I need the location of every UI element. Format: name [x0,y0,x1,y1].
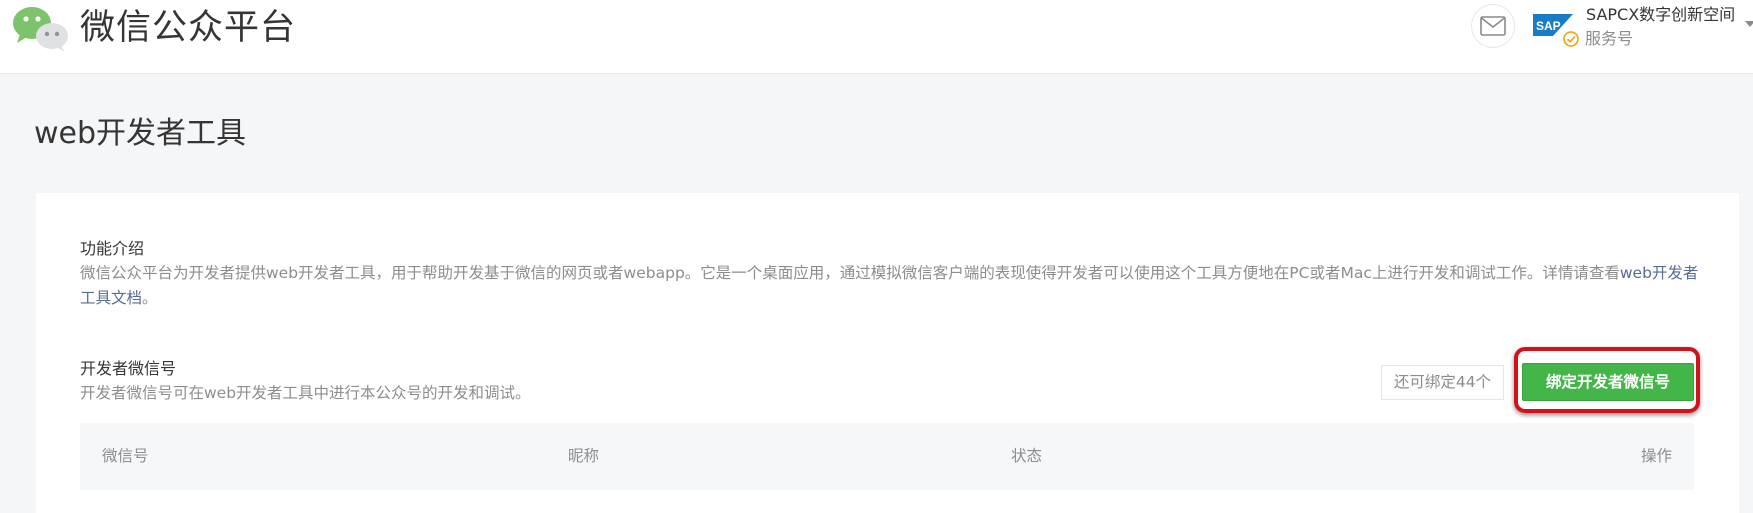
developer-section-description: 开发者微信号可在web开发者工具中进行本公众号的开发和调试。 [80,384,531,402]
intro-description: 微信公众平台为开发者提供web开发者工具，用于帮助开发基于微信的网页或者weba… [80,261,1700,311]
column-header-status: 状态 [1011,447,1043,465]
developer-section-title: 开发者微信号 [80,359,177,378]
platform-title[interactable]: 微信公众平台 [80,6,296,50]
column-header-actions: 操作 [1640,447,1672,465]
account-name[interactable]: SAPCX数字创新空间 [1586,4,1735,26]
sap-logo-text: SAP [1536,19,1561,33]
column-header-nickname: 昵称 [568,447,600,465]
intro-text-tail: 。 [142,289,158,307]
main-card: 功能介绍 微信公众平台为开发者提供web开发者工具，用于帮助开发基于微信的网页或… [36,193,1739,513]
account-type: 服务号 [1585,29,1634,48]
wechat-logo-icon[interactable] [12,4,70,52]
intro-title: 功能介绍 [80,239,145,258]
bind-developer-button[interactable]: 绑定开发者微信号 [1522,363,1694,401]
verified-badge-icon [1563,31,1579,47]
table-header: 微信号 昵称 状态 操作 [80,423,1694,490]
remaining-bind-count: 还可绑定44个 [1381,365,1504,400]
column-header-wechat-id: 微信号 [102,447,149,465]
intro-text: 微信公众平台为开发者提供web开发者工具，用于帮助开发基于微信的网页或者weba… [80,264,1620,282]
top-bar: 微信公众平台 SAP SAPCX数字创新空间 服务号 [0,0,1753,74]
page-title: web开发者工具 [34,116,247,151]
chevron-down-icon[interactable] [1745,20,1753,28]
mail-button[interactable] [1471,4,1515,48]
mail-icon [1480,16,1506,36]
